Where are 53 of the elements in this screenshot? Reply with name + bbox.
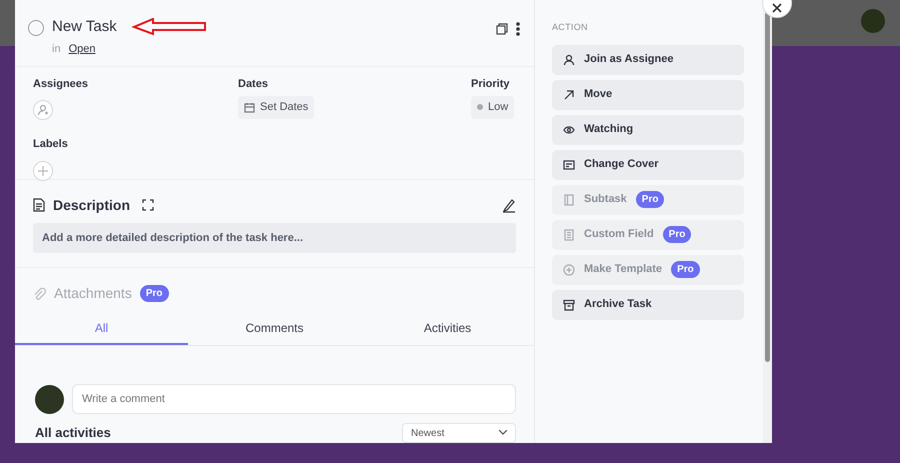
dates-label: Dates (238, 76, 269, 92)
card-icon (563, 158, 575, 170)
priority-label: Priority (471, 76, 511, 92)
pro-badge: Pro (140, 285, 168, 302)
tab[interactable]: Activities (361, 319, 534, 345)
comment-field[interactable]: Write a comment (72, 384, 516, 414)
sort-dropdown[interactable]: Newest (402, 423, 516, 443)
priority-button[interactable]: Low (471, 96, 514, 119)
action-heading: ACTION (552, 21, 589, 34)
arrow-icon (563, 88, 575, 100)
action-button[interactable]: Watching (552, 114, 744, 144)
status-circle[interactable] (28, 20, 44, 36)
eye-icon (563, 124, 575, 136)
location-link[interactable]: Open (68, 41, 96, 58)
pro-badge: Pro (662, 226, 692, 243)
activities-title: All activities (35, 424, 111, 442)
action-button[interactable]: Archive Task (552, 290, 744, 320)
expand-icon (142, 199, 154, 212)
person-icon (563, 54, 575, 66)
paperclip-icon (33, 286, 46, 300)
task-title: New Task (52, 17, 117, 37)
person-add-icon (37, 104, 49, 116)
add-label-button[interactable] (33, 160, 53, 181)
plus-icon (38, 166, 48, 176)
action-button[interactable]: Move (552, 80, 744, 110)
plus-circle-icon (563, 264, 575, 276)
archive-icon (563, 298, 575, 310)
description-field[interactable]: Add a more detailed description of the task here... (33, 222, 516, 253)
description-title: Description (53, 196, 130, 215)
add-assignee-button[interactable] (33, 100, 53, 120)
tab[interactable]: All (15, 319, 188, 345)
assignees-label: Assignees (33, 76, 90, 92)
pro-badge: Pro (671, 261, 700, 278)
scrollbar-thumb[interactable] (765, 12, 770, 362)
pencil-icon (502, 198, 516, 213)
attachments-title: Attachments (54, 284, 132, 303)
caret-icon (499, 430, 507, 435)
pro-badge: Pro (636, 191, 664, 208)
tab[interactable]: Comments (188, 319, 361, 345)
list-icon (563, 228, 575, 240)
avatar-circle (35, 384, 64, 414)
copy-icon (496, 23, 508, 35)
close-icon (772, 3, 782, 13)
set-dates-button[interactable]: Set Dates (238, 96, 314, 119)
panel-icon (563, 194, 575, 206)
action-button[interactable]: Change Cover (552, 150, 744, 180)
labels-label: Labels (33, 137, 69, 152)
calendar-icon (244, 102, 255, 113)
document-icon (33, 198, 45, 212)
dot-icon (477, 104, 483, 110)
location-prefix: in (52, 42, 61, 57)
more-icon (516, 22, 520, 36)
action-button[interactable]: Join as Assignee (552, 44, 744, 74)
